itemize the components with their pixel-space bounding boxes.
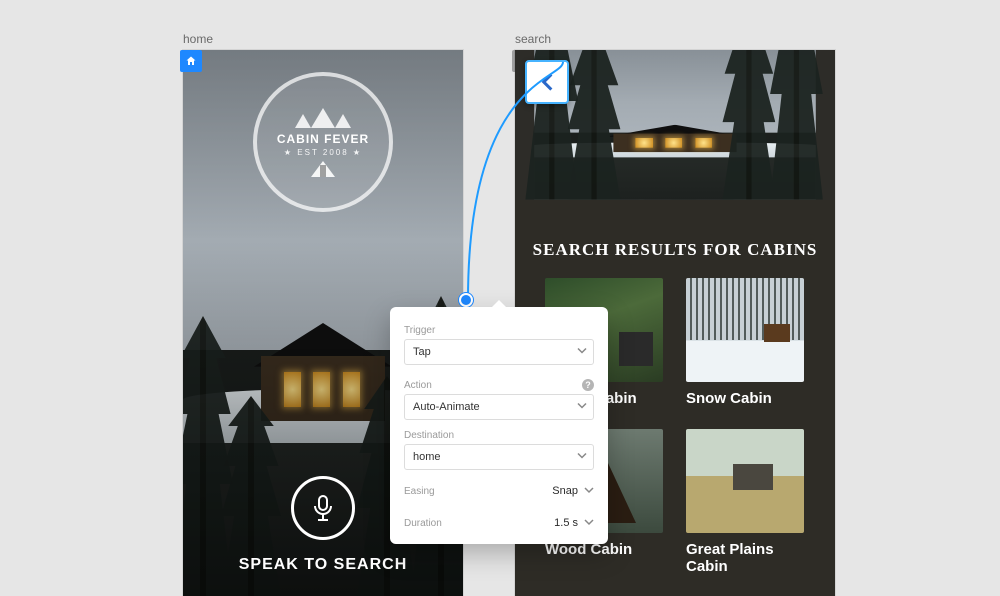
chevron-down-icon	[584, 485, 594, 498]
result-title: Great Plains Cabin	[686, 541, 805, 575]
field-label: Destination	[404, 430, 594, 441]
field-label: Trigger	[404, 325, 594, 336]
field-label: Duration	[404, 518, 442, 529]
design-canvas[interactable]: home search CABIN FEVER ★ EST 2008 ★	[0, 0, 1000, 596]
home-indicator-icon[interactable]	[180, 50, 202, 72]
field-label: Action ?	[404, 379, 594, 391]
brand-title: CABIN FEVER	[273, 132, 373, 146]
voice-search-label: SPEAK TO SEARCH	[183, 556, 463, 574]
destination-select[interactable]: home	[404, 444, 594, 470]
result-card[interactable]: Snow Cabin	[686, 278, 805, 407]
search-hero-background	[534, 50, 816, 200]
brand-badge: CABIN FEVER ★ EST 2008 ★	[253, 72, 393, 212]
voice-search-button[interactable]	[291, 476, 355, 540]
results-heading: SEARCH RESULTS FOR CABINS	[515, 240, 835, 260]
interaction-popover: Trigger Tap Action ? Auto-Animate Destin…	[390, 307, 608, 544]
result-thumb	[686, 278, 804, 382]
back-button[interactable]	[525, 60, 569, 104]
field-label: Easing	[404, 486, 435, 497]
wire-handle-start[interactable]	[459, 293, 473, 307]
artboard-label-home[interactable]: home	[183, 32, 213, 46]
result-card[interactable]: Great Plains Cabin	[686, 429, 805, 575]
chevron-down-icon	[577, 401, 587, 414]
result-title: Snow Cabin	[686, 390, 805, 407]
chevron-down-icon	[584, 517, 594, 530]
trigger-select[interactable]: Tap	[404, 339, 594, 365]
artboard-label-search[interactable]: search	[515, 32, 551, 46]
chevron-left-icon	[534, 69, 560, 95]
duration-select[interactable]: 1.5 s	[554, 512, 594, 534]
chevron-down-icon	[577, 451, 587, 464]
microphone-icon	[311, 494, 335, 522]
brand-subtitle: ★ EST 2008 ★	[273, 148, 373, 157]
easing-select[interactable]: Snap	[552, 480, 594, 502]
help-icon[interactable]: ?	[582, 379, 594, 391]
chevron-down-icon	[577, 346, 587, 359]
action-select[interactable]: Auto-Animate	[404, 394, 594, 420]
result-thumb	[686, 429, 804, 533]
